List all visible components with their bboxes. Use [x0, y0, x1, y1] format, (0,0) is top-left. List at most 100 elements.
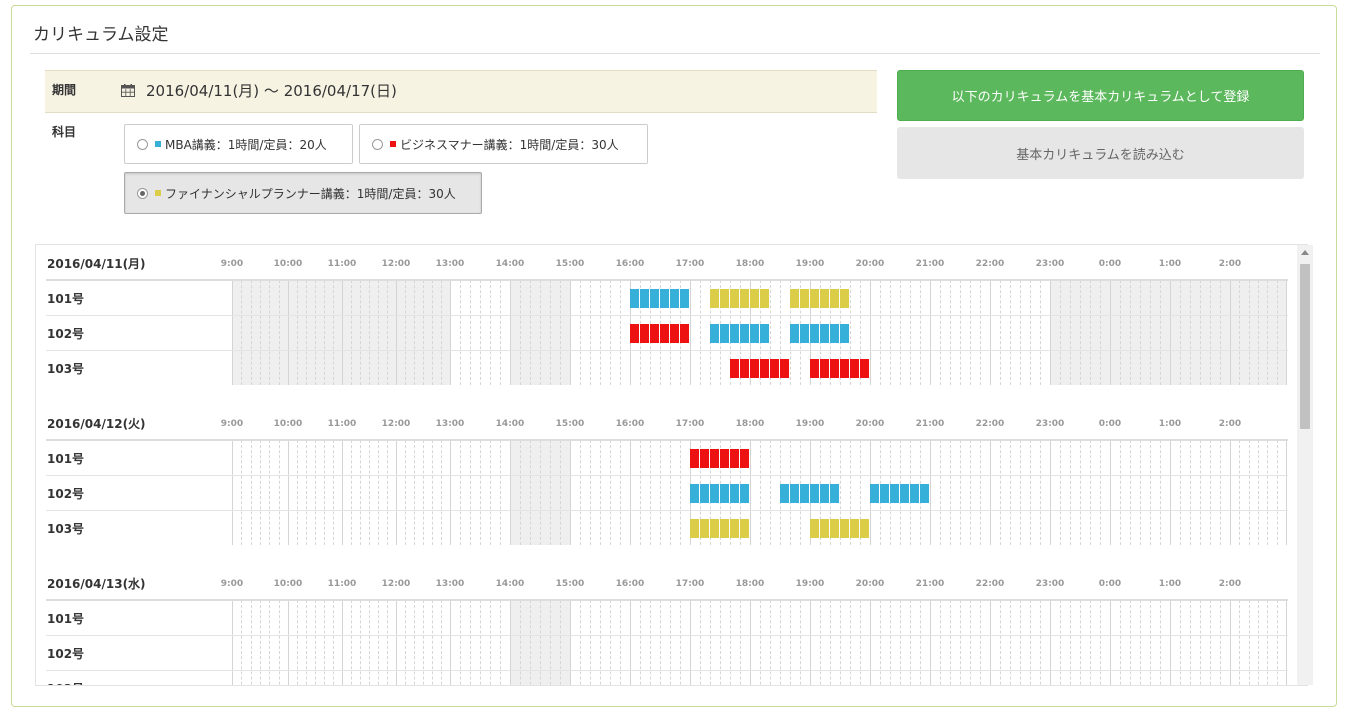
session-slot[interactable] [700, 484, 709, 503]
session-slot[interactable] [640, 289, 649, 308]
session-slot[interactable] [680, 289, 689, 308]
scroll-up-arrow-icon[interactable] [1301, 250, 1309, 255]
session-slot[interactable] [650, 324, 659, 343]
session-slot[interactable] [750, 359, 759, 378]
session-block-mba[interactable] [630, 289, 690, 308]
session-slot[interactable] [710, 449, 719, 468]
subject-option-financial-planner[interactable]: ファイナンシャルプランナー講義：1時間/定員：30人 [124, 172, 482, 214]
session-block-mba[interactable] [780, 484, 840, 503]
session-slot[interactable] [730, 359, 739, 378]
session-slot[interactable] [720, 484, 729, 503]
session-slot[interactable] [720, 519, 729, 538]
session-slot[interactable] [740, 359, 749, 378]
session-slot[interactable] [810, 484, 819, 503]
session-slot[interactable] [800, 484, 809, 503]
session-slot[interactable] [830, 324, 839, 343]
session-slot[interactable] [790, 289, 799, 308]
session-slot[interactable] [840, 289, 849, 308]
session-slot[interactable] [740, 484, 749, 503]
session-slot[interactable] [800, 324, 809, 343]
session-slot[interactable] [840, 519, 849, 538]
session-slot[interactable] [860, 359, 869, 378]
session-slot[interactable] [770, 359, 779, 378]
session-slot[interactable] [670, 324, 679, 343]
session-slot[interactable] [760, 324, 769, 343]
session-slot[interactable] [760, 289, 769, 308]
session-block-manner[interactable] [690, 449, 750, 468]
session-slot[interactable] [870, 484, 879, 503]
radio-button[interactable] [137, 138, 148, 150]
subject-option-business-manner[interactable]: ビジネスマナー講義：1時間/定員：30人 [359, 124, 648, 164]
session-slot[interactable] [660, 324, 669, 343]
session-slot[interactable] [650, 289, 659, 308]
session-slot[interactable] [910, 484, 919, 503]
session-slot[interactable] [830, 519, 839, 538]
session-block-manner[interactable] [630, 324, 690, 343]
session-slot[interactable] [740, 324, 749, 343]
session-slot[interactable] [710, 519, 719, 538]
session-slot[interactable] [730, 519, 739, 538]
session-slot[interactable] [720, 289, 729, 308]
session-slot[interactable] [660, 289, 669, 308]
session-slot[interactable] [820, 484, 829, 503]
session-slot[interactable] [830, 484, 839, 503]
session-slot[interactable] [820, 289, 829, 308]
session-block-manner[interactable] [810, 359, 870, 378]
session-slot[interactable] [780, 359, 789, 378]
session-slot[interactable] [840, 324, 849, 343]
radio-button-selected[interactable] [137, 187, 148, 199]
session-block-mba[interactable] [790, 324, 850, 343]
session-slot[interactable] [810, 289, 819, 308]
scroll-thumb[interactable] [1300, 264, 1310, 429]
session-slot[interactable] [730, 289, 739, 308]
session-slot[interactable] [760, 359, 769, 378]
session-slot[interactable] [830, 289, 839, 308]
session-slot[interactable] [750, 289, 759, 308]
session-slot[interactable] [890, 484, 899, 503]
session-slot[interactable] [710, 289, 719, 308]
session-slot[interactable] [880, 484, 889, 503]
session-block-fp[interactable] [710, 289, 770, 308]
session-block-mba[interactable] [710, 324, 770, 343]
session-block-fp[interactable] [810, 519, 870, 538]
session-block-mba[interactable] [870, 484, 930, 503]
session-block-fp[interactable] [790, 289, 850, 308]
vertical-scrollbar[interactable] [1297, 245, 1313, 685]
session-slot[interactable] [680, 324, 689, 343]
session-slot[interactable] [710, 324, 719, 343]
schedule-grid[interactable]: 2016/04/11(月) 9:00 10:00 11:00 12:00 13:00 14:… [35, 244, 1308, 686]
session-slot[interactable] [920, 484, 929, 503]
session-slot[interactable] [640, 324, 649, 343]
session-slot[interactable] [820, 519, 829, 538]
session-slot[interactable] [750, 324, 759, 343]
session-slot[interactable] [820, 359, 829, 378]
session-slot[interactable] [700, 519, 709, 538]
session-slot[interactable] [820, 324, 829, 343]
subject-option-mba[interactable]: MBA講義：1時間/定員：20人 [124, 124, 353, 164]
register-base-curriculum-button[interactable]: 以下のカリキュラムを基本カリキュラムとして登録 [897, 70, 1304, 121]
session-slot[interactable] [720, 449, 729, 468]
session-slot[interactable] [710, 484, 719, 503]
session-slot[interactable] [690, 449, 699, 468]
session-slot[interactable] [690, 484, 699, 503]
session-slot[interactable] [790, 484, 799, 503]
session-slot[interactable] [670, 289, 679, 308]
load-base-curriculum-button[interactable]: 基本カリキュラムを読み込む [897, 127, 1304, 179]
session-slot[interactable] [860, 519, 869, 538]
session-slot[interactable] [810, 324, 819, 343]
session-slot[interactable] [780, 484, 789, 503]
session-slot[interactable] [850, 359, 859, 378]
session-slot[interactable] [630, 324, 639, 343]
session-block-manner[interactable] [730, 359, 790, 378]
session-slot[interactable] [810, 359, 819, 378]
session-slot[interactable] [630, 289, 639, 308]
session-slot[interactable] [830, 359, 839, 378]
session-slot[interactable] [850, 519, 859, 538]
session-slot[interactable] [730, 324, 739, 343]
session-slot[interactable] [800, 289, 809, 308]
session-slot[interactable] [810, 519, 819, 538]
session-block-fp[interactable] [690, 519, 750, 538]
session-slot[interactable] [900, 484, 909, 503]
session-slot[interactable] [700, 449, 709, 468]
session-slot[interactable] [730, 449, 739, 468]
